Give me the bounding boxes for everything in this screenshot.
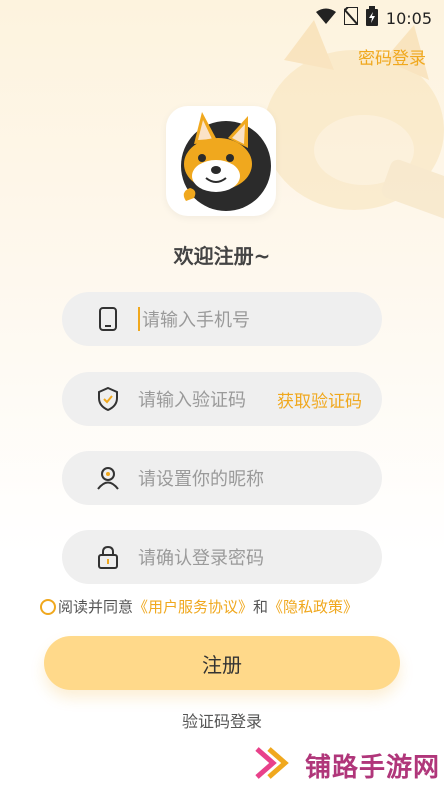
agreement-conjunction: 和: [253, 598, 269, 616]
text-cursor: [138, 307, 140, 331]
agreement-row: 阅读并同意 《用户服务协议》 和 《隐私政策》: [40, 596, 358, 617]
user-agreement-link[interactable]: 《用户服务协议》: [133, 596, 253, 617]
phone-placeholder: 请输入手机号: [142, 310, 250, 331]
privacy-policy-link[interactable]: 《隐私政策》: [268, 596, 358, 617]
status-bar: 10:05: [0, 0, 444, 30]
register-button[interactable]: 注册: [44, 636, 400, 690]
verification-code-field[interactable]: 请输入验证码 获取验证码: [62, 372, 382, 426]
agreement-prefix: 阅读并同意: [58, 598, 134, 616]
agreement-checkbox[interactable]: [40, 598, 56, 615]
phone-icon: [96, 307, 120, 331]
watermark: 铺路手游网: [255, 745, 440, 785]
no-sim-icon: [342, 6, 359, 29]
app-logo: [166, 106, 276, 216]
password-login-link[interactable]: 密码登录: [358, 44, 426, 69]
battery-icon: [365, 6, 378, 30]
phone-field[interactable]: 请输入手机号: [62, 292, 382, 346]
status-time: 10:05: [385, 8, 432, 28]
watermark-text: 铺路手游网: [305, 752, 441, 783]
get-code-button[interactable]: 获取验证码: [277, 387, 362, 412]
welcome-title: 欢迎注册~: [173, 244, 271, 268]
user-icon: [96, 466, 120, 490]
verification-code-placeholder: 请输入验证码: [138, 390, 246, 411]
nickname-placeholder: 请设置你的昵称: [138, 469, 264, 490]
lock-icon: [96, 545, 120, 569]
password-field[interactable]: 请确认登录密码: [62, 530, 382, 584]
shield-icon: [96, 387, 120, 411]
watermark-logo-icon: [255, 745, 295, 785]
code-login-link[interactable]: 验证码登录: [0, 708, 444, 732]
nickname-field[interactable]: 请设置你的昵称: [62, 451, 382, 505]
password-placeholder: 请确认登录密码: [138, 548, 264, 569]
wifi-icon: [315, 8, 336, 28]
